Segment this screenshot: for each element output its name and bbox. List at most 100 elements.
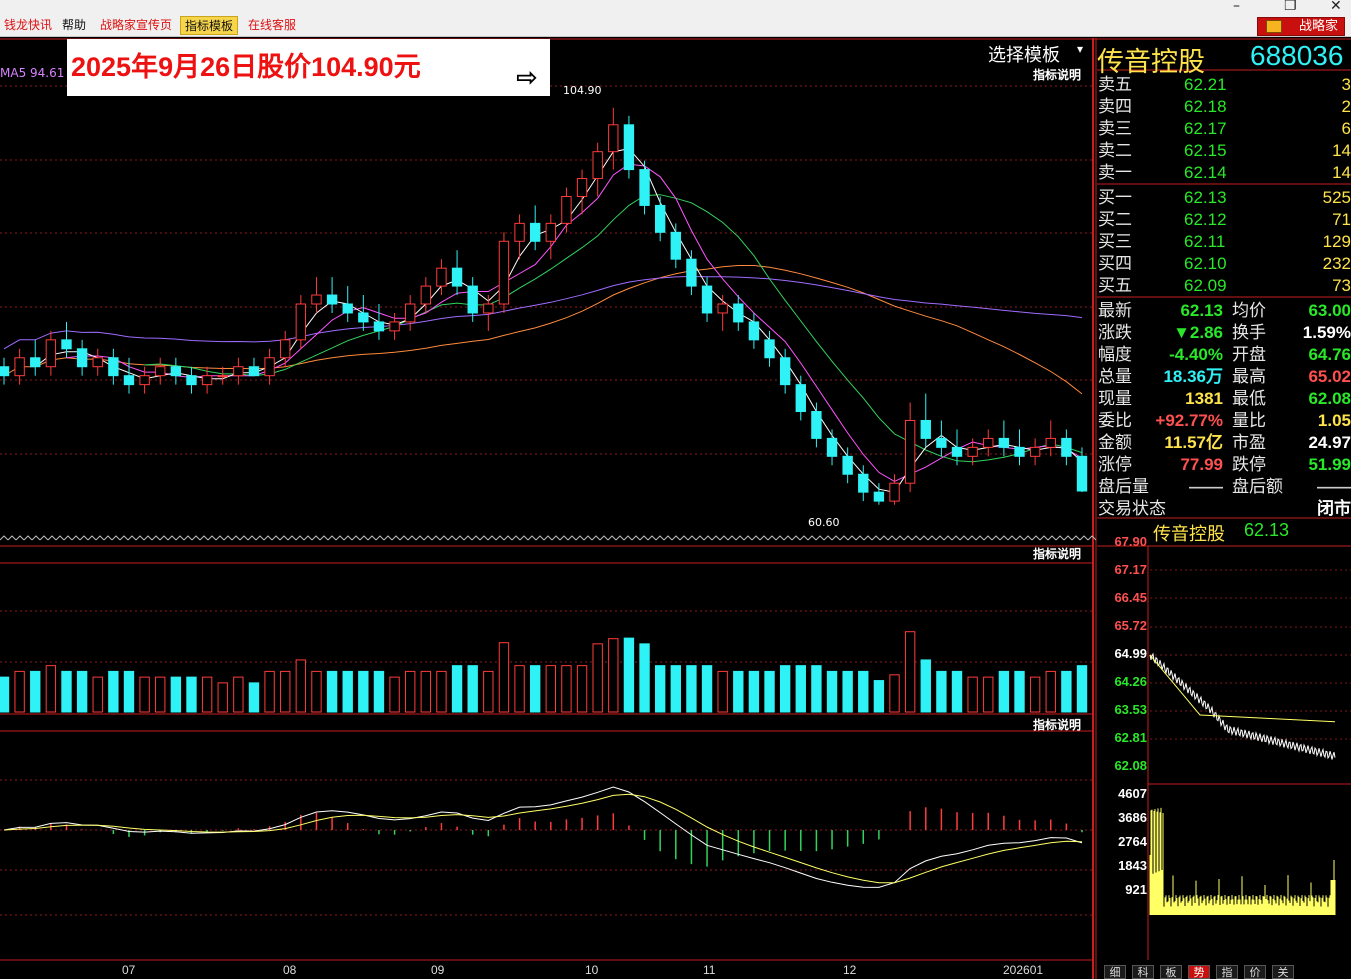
minute-volume-tick: 4607 — [1118, 786, 1147, 801]
stat-label: 金额 — [1098, 433, 1132, 453]
minute-price-tick: 67.90 — [1114, 534, 1147, 549]
minute-volume-tick: 1843 — [1118, 858, 1147, 873]
stat-label: 幅度 — [1098, 345, 1132, 365]
candle-body — [920, 419, 931, 439]
tab-1[interactable]: 科 — [1132, 965, 1154, 979]
buy-row-2: 买二 62.12 71 — [1098, 210, 1351, 230]
buy-row-1: 买一 62.13 525 — [1098, 188, 1351, 208]
candle-body — [686, 258, 697, 287]
candle-body — [1061, 437, 1072, 457]
right-arrow-icon: ⇨ — [516, 63, 538, 93]
volume-bar — [451, 665, 463, 713]
volume-bar — [889, 674, 900, 713]
volume-bar — [764, 670, 775, 713]
minimize-button[interactable]: – — [1233, 0, 1240, 14]
volume-bar — [358, 670, 369, 713]
indicator-note-volume[interactable]: 指标说明 — [1033, 545, 1081, 562]
volume-bar — [30, 670, 41, 713]
volume-bar — [1061, 670, 1072, 713]
menu-item-news[interactable]: 钱龙快讯 — [0, 16, 56, 35]
volume-bar — [1014, 670, 1025, 713]
candle-body — [561, 195, 572, 224]
candle-body — [733, 303, 744, 323]
volume-bar — [779, 665, 791, 713]
high-price-label: 104.90 — [563, 84, 602, 97]
stat-label: 开盘 — [1232, 345, 1266, 365]
macd-dea-line — [3, 793, 1083, 884]
candle-body — [373, 321, 385, 332]
candle-body — [311, 294, 322, 305]
minute-price-tick: 65.72 — [1114, 618, 1147, 633]
chevron-down-icon[interactable]: ▾ — [1077, 42, 1083, 56]
stat-value: 51.99 — [1308, 455, 1351, 474]
minute-volume-tick: 921 — [1125, 882, 1147, 897]
stat-row: 现量 1381 最低 62.08 — [1098, 388, 1351, 410]
volume-bar — [545, 665, 556, 713]
stat-row: 金额 11.57亿 市盈 24.97 — [1098, 432, 1351, 454]
volume-bar — [1076, 665, 1088, 713]
candle-body — [1029, 446, 1041, 457]
indicator-note-macd[interactable]: 指标说明 — [1033, 716, 1081, 733]
stat-label: 总量 — [1098, 367, 1132, 387]
candle-body — [530, 222, 541, 242]
minute-price-tick: 62.81 — [1114, 730, 1147, 745]
tab-6[interactable]: 关 — [1272, 965, 1294, 979]
candle-body — [951, 446, 963, 457]
select-template-dropdown[interactable]: 选择模板 — [988, 41, 1060, 67]
volume-bar — [936, 670, 947, 713]
candle-body — [123, 375, 135, 386]
candle-body — [155, 366, 166, 377]
stat-value: 1.59% — [1302, 323, 1351, 342]
close-button[interactable]: ✕ — [1330, 0, 1342, 14]
stat-value: 77.99 — [1180, 455, 1223, 474]
candle-body — [14, 357, 25, 377]
candle-body — [280, 339, 291, 359]
x-tick-label: 11 — [703, 963, 716, 977]
tab-5[interactable]: 价 — [1244, 965, 1266, 979]
volume-bar — [170, 676, 182, 713]
candle-body — [342, 303, 353, 314]
tab-0[interactable]: 细 — [1104, 965, 1126, 979]
tab-2[interactable]: 板 — [1160, 965, 1182, 979]
x-tick-label: 07 — [122, 963, 136, 977]
volume-bar — [733, 670, 744, 713]
candle-body — [826, 437, 838, 457]
annotation-text: 2025年9月26日股价104.90元 — [71, 52, 421, 82]
price-annotation: 2025年9月26日股价104.90元 — [67, 39, 550, 96]
candle-body — [498, 240, 510, 305]
candle-body — [654, 204, 666, 233]
candle-body — [639, 169, 650, 206]
stat-value: 24.97 — [1308, 433, 1351, 452]
candle-body — [451, 267, 463, 287]
candle-body — [326, 294, 338, 305]
candle-body — [45, 339, 57, 368]
x-tick-label: 10 — [585, 963, 599, 977]
minute-chart-title: 传音控股 — [1153, 524, 1225, 545]
brand-button[interactable]: 战略家 — [1257, 17, 1345, 36]
candle-body — [1014, 446, 1025, 457]
volume-bar — [233, 676, 244, 713]
minute-price-tick: 66.45 — [1114, 590, 1147, 605]
volume-bar — [389, 676, 400, 713]
maximize-button[interactable]: ❐ — [1284, 0, 1297, 14]
volume-bar — [311, 670, 322, 713]
stat-label: 交易状态 — [1098, 499, 1166, 519]
menu-item-help[interactable]: 帮助 — [58, 16, 90, 35]
minute-price-tick: 64.26 — [1114, 674, 1147, 689]
candle-body — [936, 437, 947, 448]
menu-item-online-service[interactable]: 在线客服 — [244, 16, 300, 35]
menu-item-indicator-template[interactable]: 指标模板 — [180, 16, 239, 35]
volume-bar — [201, 676, 213, 713]
stat-value: -4.40% — [1169, 345, 1223, 364]
brand-label: 战略家 — [1298, 19, 1338, 34]
volume-bar — [530, 665, 541, 713]
menu-item-promo[interactable]: 战略家宣传页 — [96, 16, 176, 35]
indicator-note-main[interactable]: 指标说明 — [1033, 66, 1081, 83]
stock-code: 688036 — [1250, 40, 1344, 71]
stat-row: 幅度 -4.40% 开盘 64.76 — [1098, 344, 1351, 366]
stat-row: 盘后量 —— 盘后额 —— — [1098, 476, 1351, 498]
stat-value: 闭市 — [1317, 499, 1351, 518]
ma-line-60 — [3, 275, 1083, 350]
tab-4[interactable]: 指 — [1216, 965, 1238, 979]
tab-3[interactable]: 势 — [1188, 965, 1210, 979]
